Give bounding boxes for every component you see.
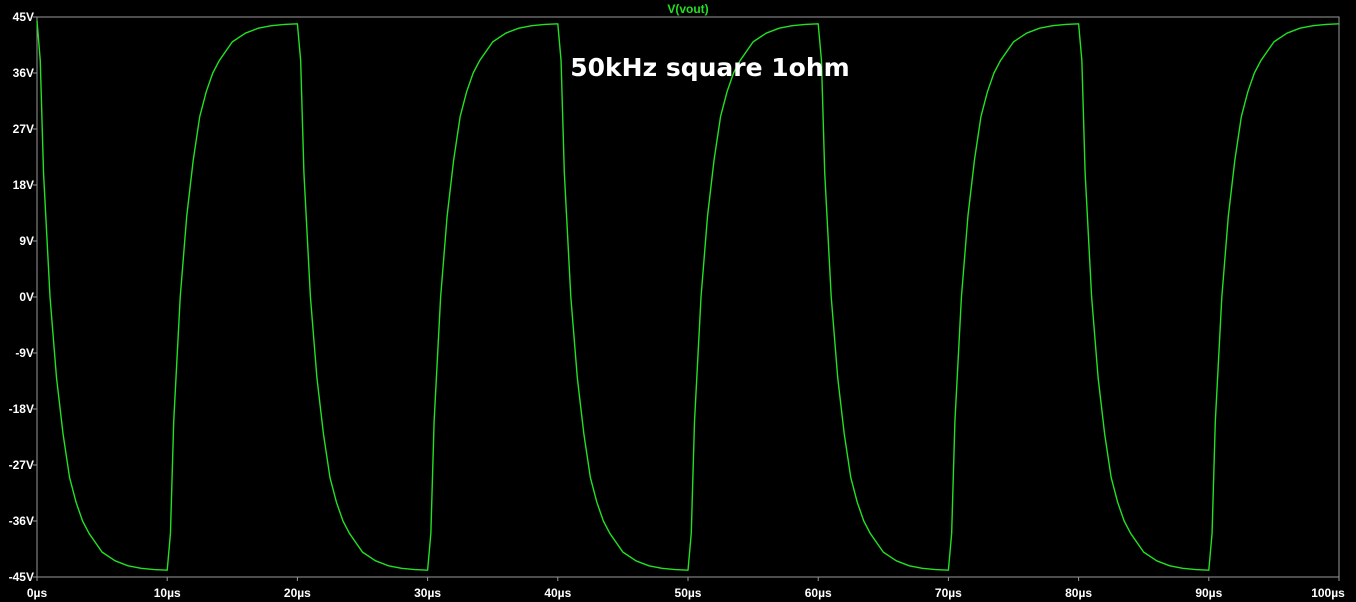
x-tick-label: 60µs — [805, 586, 832, 600]
x-tick-label: 20µs — [284, 586, 311, 600]
x-tick-label: 90µs — [1195, 586, 1222, 600]
y-tick-label: 27V — [13, 122, 34, 136]
x-tick-label: 0µs — [27, 586, 48, 600]
y-tick-label: 0V — [19, 290, 34, 304]
x-tick-label: 10µs — [154, 586, 181, 600]
y-tick-label: -9V — [15, 346, 34, 360]
trace-name-label[interactable]: V(vout) — [667, 2, 708, 16]
waveform-plot: V(vout) 45V 36V 27V 18V 9V 0V -9V -18V -27V -36V -… — [0, 0, 1356, 602]
x-tick-label: 30µs — [414, 586, 441, 600]
plot-annotation: 50kHz square 1ohm — [570, 53, 849, 82]
x-tick-label: 70µs — [935, 586, 962, 600]
y-tick-label: -18V — [9, 402, 34, 416]
y-tick-label: 36V — [13, 66, 34, 80]
y-tick-label: 9V — [19, 234, 34, 248]
y-tick-label: -27V — [9, 458, 34, 472]
y-tick-label: -36V — [9, 514, 34, 528]
y-tick-label: 18V — [13, 178, 34, 192]
x-tick-label: 80µs — [1065, 586, 1092, 600]
x-tick-label: 40µs — [544, 586, 571, 600]
y-tick-label: 45V — [13, 10, 34, 24]
x-tick-label: 100µs — [1311, 586, 1345, 600]
plot-background — [0, 0, 1356, 602]
y-tick-label: -45V — [9, 570, 34, 584]
x-tick-label: 50µs — [675, 586, 702, 600]
